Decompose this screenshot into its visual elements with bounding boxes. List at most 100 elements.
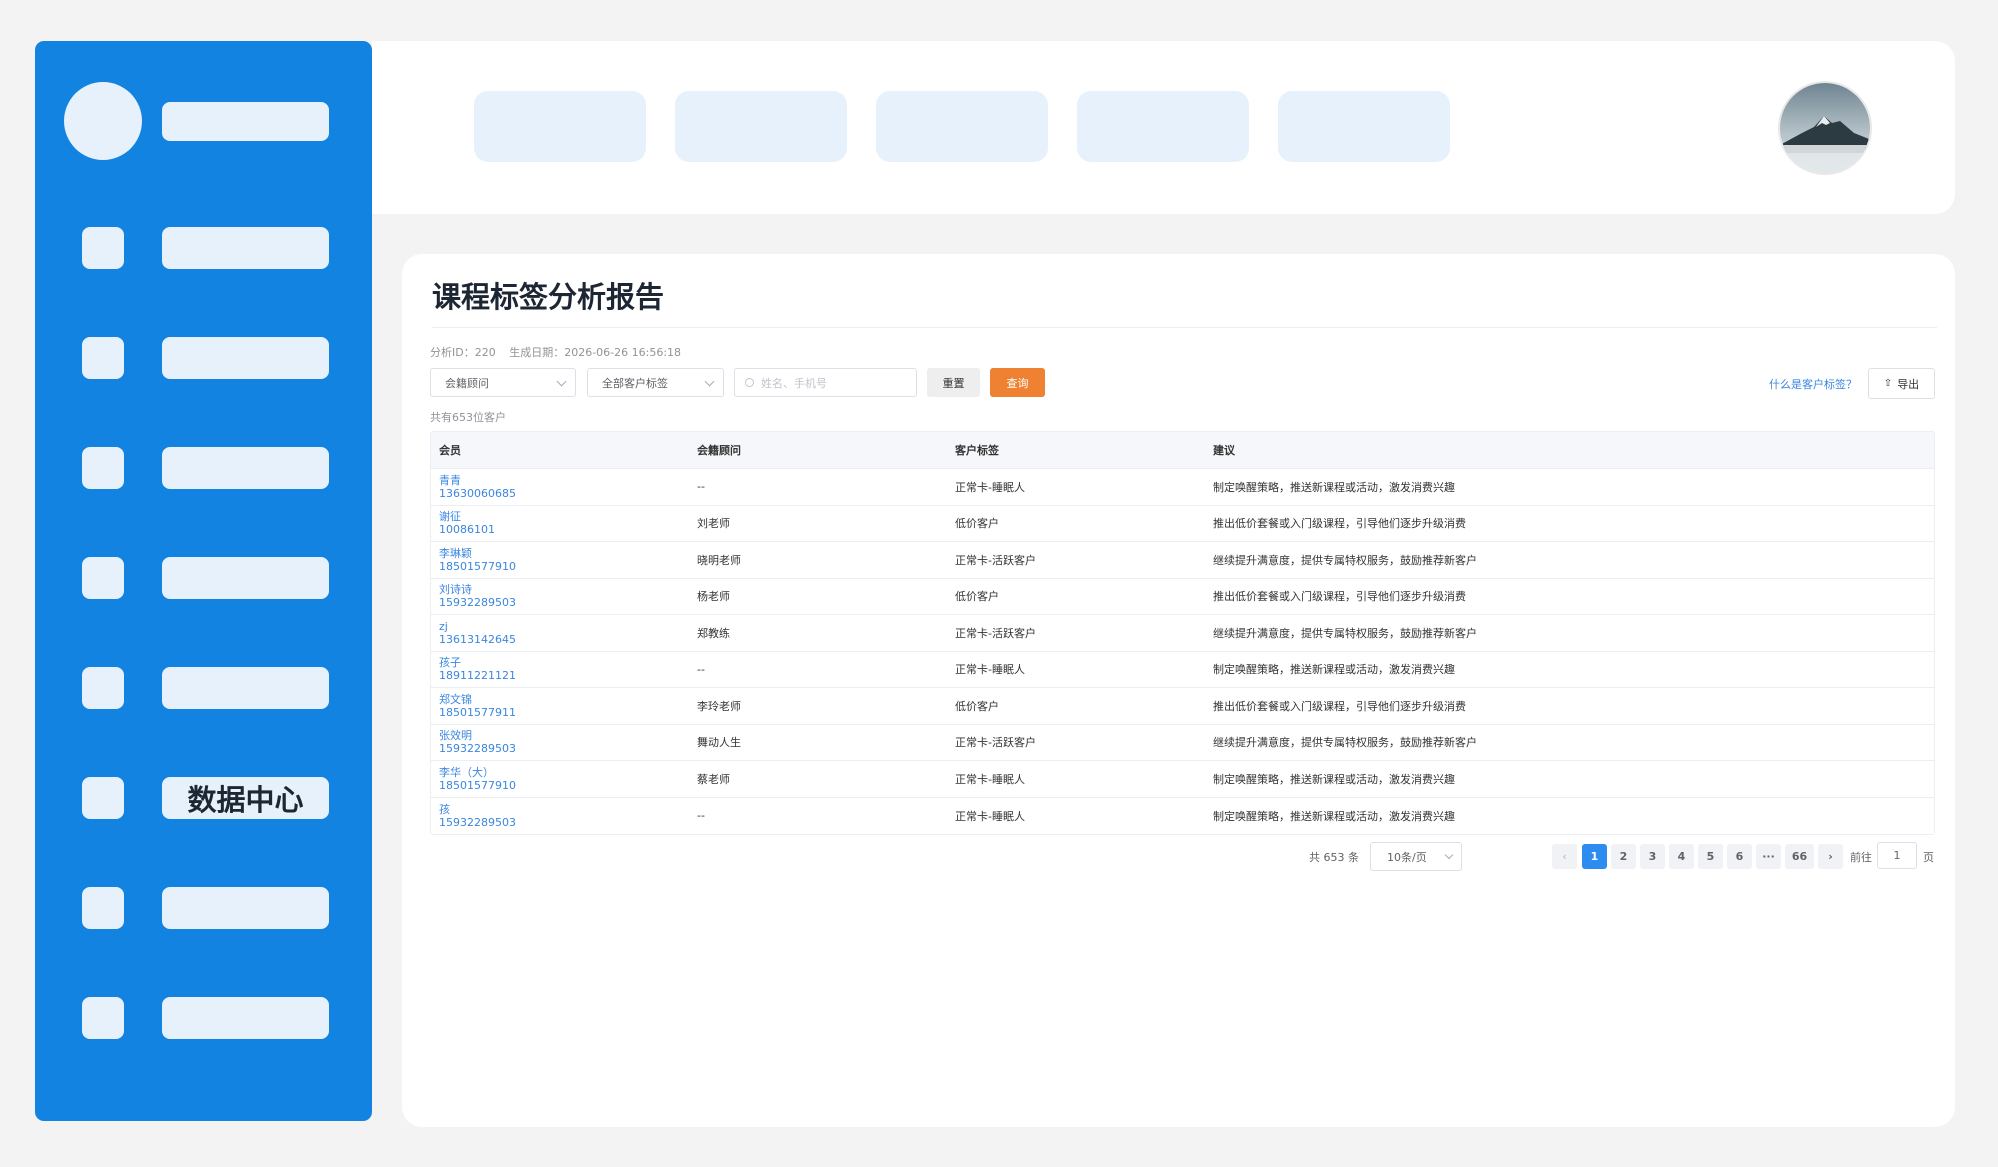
member-cell: 孩 15932289503 (431, 803, 689, 829)
member-phone-link[interactable]: 15932289503 (439, 596, 689, 609)
member-phone-link[interactable]: 18501577911 (439, 706, 689, 719)
page-button-1[interactable]: 1 (1582, 844, 1607, 869)
top-tab-1[interactable] (474, 91, 646, 162)
search-field[interactable] (734, 368, 917, 397)
query-button[interactable]: 查询 (990, 368, 1045, 397)
member-name-link[interactable]: 谢征 (439, 510, 689, 523)
chevron-down-icon (556, 376, 567, 387)
goto-page-input[interactable] (1877, 842, 1917, 869)
consultant-cell: 晓明老师 (697, 553, 741, 567)
member-name-link[interactable]: 李琳颖 (439, 547, 689, 560)
advice-cell: 制定唤醒策略，推送新课程或活动，激发消费兴趣 (1213, 663, 1455, 677)
sidebar-item-icon (82, 557, 124, 599)
table-row: 孩 15932289503 -- 正常卡-睡眠人 制定唤醒策略，推送新课程或活动，激发消… (431, 798, 1934, 835)
top-bar (372, 41, 1955, 214)
table-row: 孩子 18911221121 -- 正常卡-睡眠人 制定唤醒策略，推送新课程或活动，激发… (431, 652, 1934, 688)
sidebar-item-label (162, 337, 329, 379)
member-cell: 谢征 10086101 (431, 510, 689, 536)
search-input[interactable] (761, 373, 911, 393)
tag-cell: 低价客户 (955, 590, 999, 604)
table-row: zj 13613142645 郑教练 正常卡-活跃客户 继续提升满意度，提供专属特权服务… (431, 615, 1934, 652)
member-phone-link[interactable]: 13630060685 (439, 487, 689, 500)
member-name-link[interactable]: 孩 (439, 803, 689, 816)
top-tab-3[interactable] (876, 91, 1048, 162)
member-name-link[interactable]: 李华（大） (439, 766, 689, 779)
member-name-link[interactable]: 孩子 (439, 656, 689, 669)
export-button[interactable]: ⇧ 导出 (1868, 368, 1935, 399)
member-phone-link[interactable]: 10086101 (439, 523, 689, 536)
member-phone-link[interactable]: 15932289503 (439, 816, 689, 829)
advice-cell: 制定唤醒策略，推送新课程或活动，激发消费兴趣 (1213, 772, 1455, 786)
sidebar-item-4[interactable] (35, 557, 372, 599)
consultant-select[interactable]: 会籍顾问 (430, 368, 576, 397)
top-tab-2[interactable] (675, 91, 847, 162)
tag-select-value: 全部客户标签 (602, 376, 668, 390)
chevron-down-icon (1444, 850, 1454, 860)
member-name-link[interactable]: 刘诗诗 (439, 583, 689, 596)
pagination-total: 共 653 条 (1309, 851, 1359, 864)
sidebar-item-5[interactable] (35, 667, 372, 709)
sidebar-item-label (162, 997, 329, 1039)
page-size-select[interactable]: 10条/页 (1370, 842, 1462, 871)
tag-cell: 正常卡-睡眠人 (955, 480, 1025, 494)
customer-table: 会员 会籍顾问 客户标签 建议 青青 13630060685 -- 正常卡-睡眠人 制定… (430, 431, 1935, 835)
sidebar-item-label (162, 557, 329, 599)
member-phone-link[interactable]: 18911221121 (439, 669, 689, 682)
page-button-4[interactable]: 4 (1669, 844, 1694, 869)
member-cell: 张效明 15932289503 (431, 729, 689, 755)
header-tag: 客户标签 (955, 444, 999, 457)
reset-button[interactable]: 重置 (927, 368, 980, 397)
goto-label: 前往 (1850, 851, 1872, 864)
total-customers: 共有653位客户 (430, 411, 506, 424)
member-cell: 李琳颖 18501577910 (431, 547, 689, 573)
next-page-button[interactable]: › (1818, 844, 1843, 869)
sidebar-item-1[interactable] (35, 227, 372, 269)
member-phone-link[interactable]: 15932289503 (439, 742, 689, 755)
sidebar-item-data-center[interactable]: 数据中心 (35, 777, 372, 819)
page-ellipsis-button[interactable]: ··· (1756, 844, 1781, 869)
table-row: 郑文锦 18501577911 李玲老师 低价客户 推出低价套餐或入门级课程，引导他们逐… (431, 688, 1934, 725)
page-button-2[interactable]: 2 (1611, 844, 1636, 869)
page-button-3[interactable]: 3 (1640, 844, 1665, 869)
prev-page-button[interactable]: ‹ (1552, 844, 1577, 869)
member-cell: 青青 13630060685 (431, 474, 689, 500)
tag-help-link[interactable]: 什么是客户标签？ (1769, 376, 1857, 392)
report-date: 生成日期：2026-06-26 16:56:18 (509, 346, 682, 359)
tag-cell: 正常卡-睡眠人 (955, 809, 1025, 823)
tag-cell: 正常卡-活跃客户 (955, 626, 1036, 640)
member-name-link[interactable]: zj (439, 620, 689, 633)
page-button-last[interactable]: 66 (1785, 844, 1814, 869)
sidebar-item-3[interactable] (35, 447, 372, 489)
member-phone-link[interactable]: 18501577910 (439, 560, 689, 573)
member-name-link[interactable]: 青青 (439, 474, 689, 487)
member-name-link[interactable]: 张效明 (439, 729, 689, 742)
sidebar-item-2[interactable] (35, 337, 372, 379)
top-tab-4[interactable] (1077, 91, 1249, 162)
member-phone-link[interactable]: 18501577910 (439, 779, 689, 792)
member-name-link[interactable]: 郑文锦 (439, 693, 689, 706)
tag-select[interactable]: 全部客户标签 (587, 368, 724, 397)
table-row: 刘诗诗 15932289503 杨老师 低价客户 推出低价套餐或入门级课程，引导他们逐步… (431, 579, 1934, 615)
consultant-cell: 杨老师 (697, 590, 730, 604)
table-row: 李琳颖 18501577910 晓明老师 正常卡-活跃客户 继续提升满意度，提供专属特权… (431, 542, 1934, 579)
page-button-6[interactable]: 6 (1727, 844, 1752, 869)
sidebar-item-label (162, 667, 329, 709)
sidebar-item-icon (82, 667, 124, 709)
sidebar-app-title-placeholder (162, 102, 329, 141)
member-cell: zj 13613142645 (431, 620, 689, 646)
page-button-5[interactable]: 5 (1698, 844, 1723, 869)
sidebar-item-icon (82, 447, 124, 489)
consultant-cell: 郑教练 (697, 626, 730, 640)
consultant-select-value: 会籍顾问 (445, 376, 489, 390)
header-consultant: 会籍顾问 (697, 444, 741, 457)
user-avatar[interactable] (1778, 81, 1872, 175)
search-icon (745, 378, 754, 387)
sidebar-item-8[interactable] (35, 997, 372, 1039)
consultant-cell: -- (697, 662, 705, 676)
sidebar-item-label: 数据中心 (162, 777, 329, 819)
top-tab-5[interactable] (1278, 91, 1450, 162)
sidebar-item-7[interactable] (35, 887, 372, 929)
member-phone-link[interactable]: 13613142645 (439, 633, 689, 646)
sidebar-item-icon (82, 887, 124, 929)
header-advice: 建议 (1213, 444, 1235, 457)
